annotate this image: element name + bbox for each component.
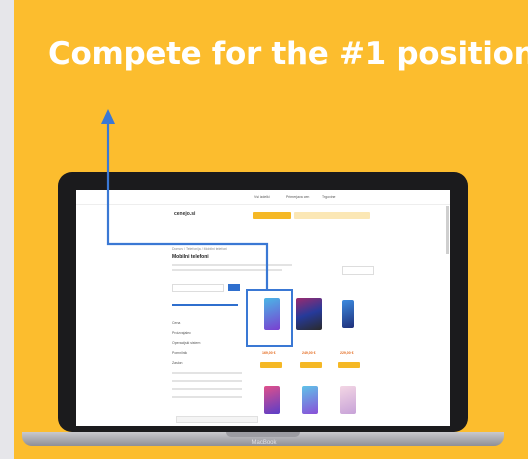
site-topnav-item[interactable]: Vsi izdelki <box>254 195 270 199</box>
site-search-bar[interactable] <box>294 212 370 219</box>
product-price: 169,00 € <box>262 351 276 355</box>
site-filter[interactable]: Zaslon <box>172 361 183 365</box>
product-image[interactable] <box>340 386 356 414</box>
site-price-slider[interactable] <box>172 304 238 306</box>
site-sort-select[interactable] <box>342 266 374 275</box>
highlighted-product <box>246 289 293 347</box>
laptop-notch <box>226 432 300 437</box>
site-filter-line <box>172 372 242 374</box>
site-category-button[interactable] <box>253 212 291 219</box>
site-topnav-item[interactable]: Primerjava cen <box>286 195 309 199</box>
site-breadcrumb: Domov / Telefonija / Mobilni telefoni <box>172 247 227 251</box>
site-filter[interactable]: Proizvajalec <box>172 331 191 335</box>
left-margin <box>0 0 14 459</box>
headline: Compete for the #1 position <box>48 36 528 72</box>
site-search-input[interactable] <box>172 284 224 292</box>
product-price: 249,00 € <box>302 351 316 355</box>
product-image[interactable] <box>264 386 280 414</box>
product-compare-button[interactable] <box>338 362 360 368</box>
laptop-brand: MacBook <box>251 440 277 446</box>
site-topnav-item[interactable]: Trgovine <box>322 195 336 199</box>
site-description-line <box>172 269 282 271</box>
site-filter[interactable]: Pomnilnik <box>172 351 187 355</box>
site-scrollbar[interactable] <box>446 206 449 254</box>
product-image[interactable] <box>342 300 354 328</box>
site-filter-line <box>172 388 242 390</box>
product-image[interactable] <box>296 298 322 330</box>
site-filter[interactable]: Operacijski sistem <box>172 341 200 345</box>
site-logo[interactable]: cenejo.si <box>174 212 195 217</box>
product-compare-button[interactable] <box>300 362 322 368</box>
product-price: 229,00 € <box>340 351 354 355</box>
site-filter-line <box>172 396 242 398</box>
product-compare-button[interactable] <box>260 362 282 368</box>
site-page-title: Mobilni telefoni <box>172 254 209 260</box>
product-image[interactable] <box>302 386 318 414</box>
site-filter-line <box>172 380 242 382</box>
site-description-line <box>172 264 292 266</box>
site-filter[interactable]: Cena <box>172 321 180 325</box>
site-search-button[interactable] <box>228 284 240 291</box>
site-bottom-bar <box>176 416 258 423</box>
